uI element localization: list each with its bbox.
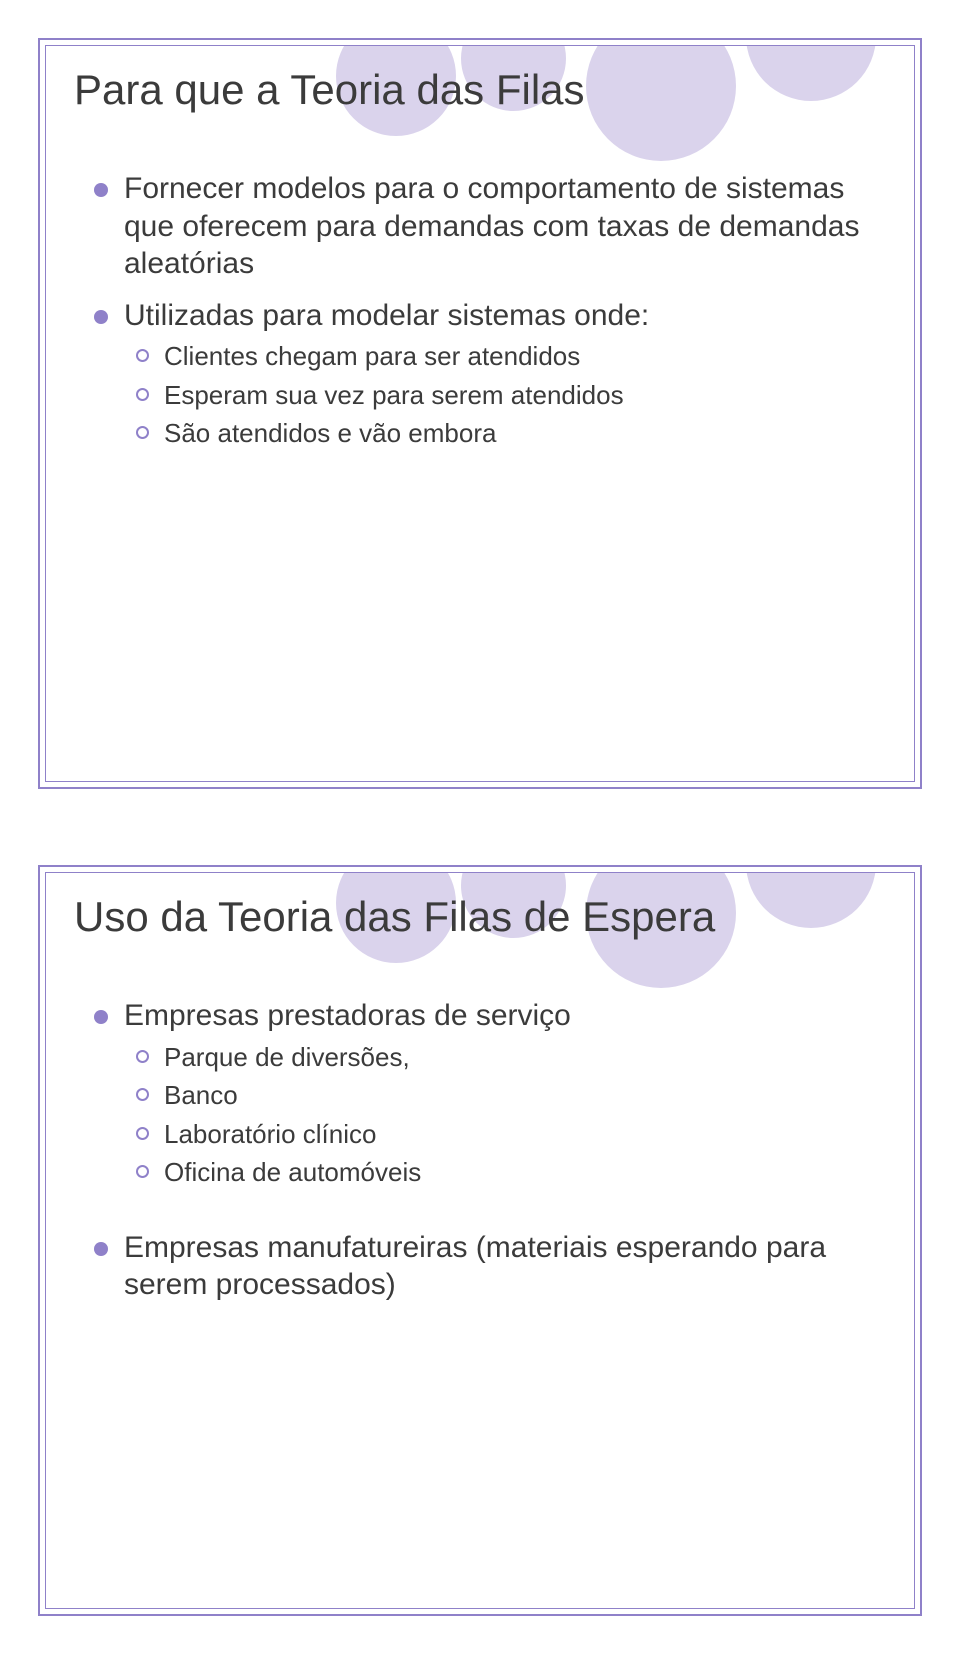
bullet-text: Laboratório clínico: [164, 1119, 376, 1149]
bullet-text: Parque de diversões,: [164, 1042, 410, 1072]
bullet-level-2: Laboratório clínico: [136, 1118, 874, 1151]
slide-inner-border: Para que a Teoria das Filas Fornecer mod…: [45, 45, 915, 782]
bullet-text: Oficina de automóveis: [164, 1157, 421, 1187]
bullet-level-2: Clientes chegam para ser atendidos: [136, 340, 874, 373]
bullet-ring-icon: [136, 1050, 149, 1063]
bullet-level-2: Esperam sua vez para serem atendidos: [136, 379, 874, 412]
slide-content: Fornecer modelos para o comportamento de…: [94, 156, 874, 450]
bullet-level-1: Utilizadas para modelar sistemas onde:: [94, 297, 874, 335]
bullet-ring-icon: [136, 426, 149, 439]
bubble-icon: [586, 45, 736, 161]
bullet-dot-icon: [94, 310, 108, 324]
bullet-text: São atendidos e vão embora: [164, 418, 496, 448]
slide-title: Uso da Teoria das Filas de Espera: [74, 893, 715, 941]
page-1: Para que a Teoria das Filas Fornecer mod…: [0, 0, 960, 827]
bullet-level-1: Empresas manufatureiras (materiais esper…: [94, 1229, 874, 1304]
bullet-text: Esperam sua vez para serem atendidos: [164, 380, 624, 410]
slide-outer-border: Para que a Teoria das Filas Fornecer mod…: [38, 38, 922, 789]
bullet-text: Empresas manufatureiras (materiais esper…: [124, 1231, 826, 1302]
bubble-icon: [746, 872, 876, 928]
bullet-text: Utilizadas para modelar sistemas onde:: [124, 299, 649, 332]
bullet-ring-icon: [136, 388, 149, 401]
slide-content: Empresas prestadoras de serviço Parque d…: [94, 983, 874, 1304]
slide-outer-border: Uso da Teoria das Filas de Espera Empres…: [38, 865, 922, 1616]
bullet-text: Clientes chegam para ser atendidos: [164, 341, 580, 371]
bubble-icon: [746, 45, 876, 101]
bullet-level-1: Fornecer modelos para o comportamento de…: [94, 170, 874, 283]
bullet-text: Empresas prestadoras de serviço: [124, 999, 571, 1032]
bullet-ring-icon: [136, 1165, 149, 1178]
bullet-ring-icon: [136, 349, 149, 362]
slide-title: Para que a Teoria das Filas: [74, 66, 585, 114]
bullet-level-2: São atendidos e vão embora: [136, 417, 874, 450]
bullet-dot-icon: [94, 1242, 108, 1256]
bullet-dot-icon: [94, 1010, 108, 1024]
bullet-level-1: Empresas prestadoras de serviço: [94, 997, 874, 1035]
page-2: Uso da Teoria das Filas de Espera Empres…: [0, 827, 960, 1654]
bullet-dot-icon: [94, 183, 108, 197]
bullet-level-2: Parque de diversões,: [136, 1041, 874, 1074]
bullet-ring-icon: [136, 1127, 149, 1140]
bullet-text: Fornecer modelos para o comportamento de…: [124, 172, 859, 280]
bullet-level-2: Oficina de automóveis: [136, 1156, 874, 1189]
bullet-level-2: Banco: [136, 1079, 874, 1112]
bullet-text: Banco: [164, 1080, 238, 1110]
bullet-ring-icon: [136, 1088, 149, 1101]
slide-inner-border: Uso da Teoria das Filas de Espera Empres…: [45, 872, 915, 1609]
